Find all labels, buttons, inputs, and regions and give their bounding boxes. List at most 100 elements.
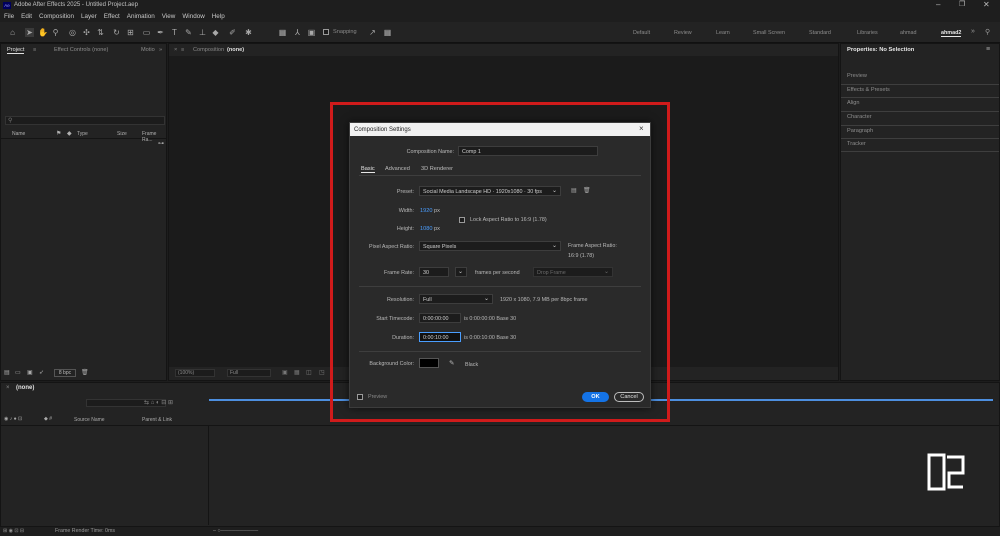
workspace-menu-icon[interactable]: » — [971, 28, 975, 35]
panel-tracker[interactable]: Tracker — [847, 141, 866, 147]
new-composition-icon[interactable]: ▣ — [27, 369, 33, 376]
tab-effect-controls[interactable]: Effect Controls (none) — [54, 47, 108, 53]
composition-tab-value[interactable]: (none) — [227, 47, 244, 53]
menu-effect[interactable]: Effect — [104, 13, 120, 20]
col-size[interactable]: Size — [117, 131, 127, 137]
eraser-tool-icon[interactable]: ◆ — [211, 28, 220, 37]
clone-stamp-icon[interactable]: ⊥ — [198, 28, 207, 37]
resolution-select[interactable]: Full — [227, 369, 271, 377]
project-settings-icon[interactable]: ➶ — [39, 369, 44, 376]
properties-menu-icon[interactable]: ≡ — [986, 46, 990, 53]
maximize-icon[interactable]: ❐ — [959, 0, 965, 8]
minimize-icon[interactable]: – — [936, 0, 940, 9]
tab-basic[interactable]: Basic — [361, 166, 375, 173]
parent-link-header[interactable]: Parent & Link — [142, 417, 172, 423]
close-window-icon[interactable]: ✕ — [983, 0, 990, 9]
timeline-tools-icon[interactable]: ⇆ ⌂ ◐ ⊟ ⊞ — [144, 399, 173, 406]
snap-options-icon[interactable]: ↗ — [368, 28, 377, 37]
panel-paragraph[interactable]: Paragraph — [847, 128, 873, 134]
frame-rate-input[interactable]: 30 — [419, 267, 449, 277]
puppet-tool-icon[interactable]: ✱ — [244, 28, 253, 37]
align-icon[interactable]: ▦ — [278, 28, 287, 37]
bit-depth-button[interactable]: 8 bpc — [54, 369, 76, 377]
panel-effects-presets[interactable]: Effects & Presets — [847, 87, 890, 93]
frame-rate-select[interactable]: ⌄ — [455, 267, 467, 277]
width-value[interactable]: 1920 px — [420, 208, 440, 214]
delete-preset-icon[interactable]: 🗑 — [583, 187, 591, 194]
home-icon[interactable]: ⌂ — [8, 28, 17, 37]
width-number[interactable]: 1920 — [420, 208, 432, 214]
menu-animation[interactable]: Animation — [127, 13, 155, 20]
pen-tool-icon[interactable]: ✒ — [156, 28, 165, 37]
hand-tool-icon[interactable]: ✋ — [38, 28, 48, 37]
tab-motion[interactable]: Motio — [141, 47, 155, 53]
search-help-icon[interactable]: ⚲ — [985, 28, 990, 36]
camera-view-icon[interactable]: ◳ — [319, 369, 325, 376]
pan-tool-icon[interactable]: ✣ — [82, 28, 91, 37]
rectangle-tool-icon[interactable]: ▭ — [142, 28, 151, 37]
world-axis-icon[interactable]: ▣ — [307, 28, 316, 37]
ok-button[interactable]: OK — [582, 392, 609, 402]
preview-checkbox[interactable] — [357, 394, 363, 400]
composition-tab-label[interactable]: Composition — [193, 47, 224, 53]
snapping-checkbox[interactable] — [323, 29, 329, 35]
menu-window[interactable]: Window — [182, 13, 204, 20]
transparency-grid-icon[interactable]: ▦ — [294, 369, 300, 376]
timeline-tab[interactable]: (none) — [16, 385, 34, 391]
zoom-slider[interactable]: – ○────────── — [213, 528, 258, 534]
axis-icon[interactable]: ⅄ — [293, 28, 302, 37]
comp-name-input[interactable]: Comp 1 — [458, 146, 598, 156]
col-name[interactable]: Name — [12, 131, 25, 137]
workspace-small-screen[interactable]: Small Screen — [753, 30, 785, 36]
background-color-swatch[interactable] — [419, 358, 439, 368]
composition-menu-icon[interactable]: ≡ — [181, 47, 184, 53]
selection-tool-icon[interactable]: ➤ — [25, 28, 34, 37]
tab-advanced[interactable]: Advanced — [385, 166, 410, 172]
workspace-review[interactable]: Review — [674, 30, 692, 36]
drop-frame-select[interactable]: Drop Frame ⌄ — [533, 267, 613, 277]
panel-preview[interactable]: Preview — [847, 73, 867, 79]
workspace-standard[interactable]: Standard — [809, 30, 831, 36]
height-number[interactable]: 1080 — [420, 226, 432, 232]
timeline-close-icon[interactable]: × — [6, 385, 10, 391]
panel-overflow-icon[interactable]: » — [159, 47, 162, 53]
workspace-learn[interactable]: Learn — [716, 30, 730, 36]
save-preset-icon[interactable]: ▤ — [571, 187, 577, 194]
lock-aspect-checkbox[interactable] — [459, 217, 465, 223]
anchor-tool-icon[interactable]: ⊞ — [126, 28, 135, 37]
workspace-ahmad2[interactable]: ahmad2 — [941, 30, 962, 37]
cancel-button[interactable]: Cancel — [614, 392, 644, 402]
zoom-tool-icon[interactable]: ⚲ — [51, 28, 60, 37]
source-name-header[interactable]: Source Name — [74, 417, 105, 423]
brush-tool-icon[interactable]: ✎ — [184, 28, 193, 37]
composition-lock-icon[interactable]: × — [174, 47, 177, 53]
workspace-libraries[interactable]: Libraries — [857, 30, 878, 36]
flowchart-icon[interactable]: ⊶ — [158, 140, 164, 147]
resolution-select[interactable]: Full ⌄ — [419, 294, 493, 304]
orbit-tool-icon[interactable]: ◎ — [68, 28, 77, 37]
region-of-interest-icon[interactable]: ▣ — [282, 369, 288, 376]
menu-layer[interactable]: Layer — [81, 13, 97, 20]
col-type[interactable]: Type — [77, 131, 88, 137]
panel-character[interactable]: Character — [847, 114, 872, 120]
trash-icon[interactable]: 🗑 — [81, 369, 89, 376]
workspace-default[interactable]: Default — [633, 30, 650, 36]
par-select[interactable]: Square Pixels ⌄ — [419, 241, 561, 251]
type-tool-icon[interactable]: T — [170, 28, 179, 37]
start-timecode-input[interactable]: 0:00:00:00 — [419, 313, 461, 323]
menu-view[interactable]: View — [162, 13, 176, 20]
menu-help[interactable]: Help — [212, 13, 225, 20]
eyedropper-icon[interactable]: ✎ — [449, 359, 454, 367]
preset-select[interactable]: Social Media Landscape HD · 1920x1080 · … — [419, 186, 561, 196]
workspace-ahmad[interactable]: ahmad — [900, 30, 916, 36]
dolly-tool-icon[interactable]: ⇅ — [96, 28, 105, 37]
interpret-footage-icon[interactable]: ▤ — [4, 369, 10, 376]
menu-file[interactable]: File — [4, 13, 14, 20]
dialog-close-icon[interactable]: × — [639, 124, 644, 133]
mask-visibility-icon[interactable]: ◫ — [306, 369, 312, 376]
panel-align[interactable]: Align — [847, 100, 859, 106]
menu-composition[interactable]: Composition — [39, 13, 74, 20]
rotate-tool-icon[interactable]: ↻ — [112, 28, 121, 37]
menu-edit[interactable]: Edit — [21, 13, 32, 20]
tab-3d-renderer[interactable]: 3D Renderer — [421, 166, 453, 172]
